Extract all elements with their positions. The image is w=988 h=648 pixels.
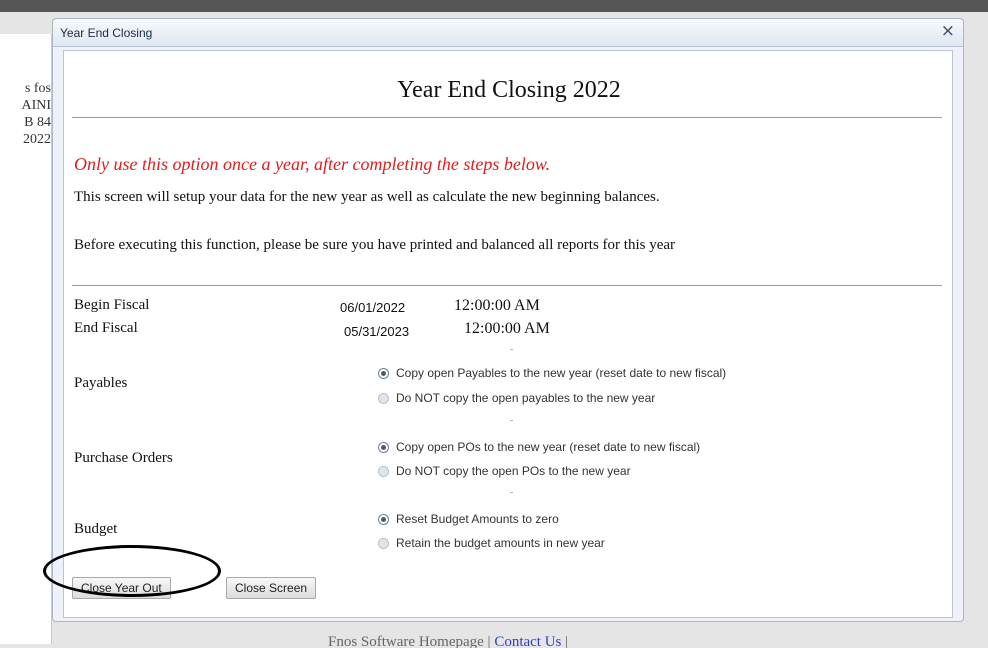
radio-label: Copy open Payables to the new year (rese…	[396, 366, 727, 380]
contact-us-link[interactable]: Contact Us	[494, 634, 561, 648]
separator-mark: -	[510, 344, 514, 355]
instruction-text: Before executing this function, please b…	[74, 237, 676, 253]
divider	[72, 285, 942, 286]
separator-mark: -	[510, 487, 514, 498]
begin-fiscal-date: 06/01/2022	[340, 300, 406, 315]
background-text-line: B 84	[24, 115, 51, 130]
begin-fiscal-label: Begin Fiscal	[74, 297, 150, 313]
radio-unselected[interactable]	[378, 392, 389, 404]
radio-unselected[interactable]	[378, 465, 389, 477]
footer-separator: |	[565, 634, 569, 648]
footer-homepage-text: Fnos Software Homepage |	[328, 634, 491, 648]
budget-reset-option[interactable]: Reset Budget Amounts to zero	[378, 512, 559, 526]
divider	[72, 117, 942, 118]
radio-selected[interactable]	[378, 367, 389, 379]
radio-selected[interactable]	[378, 441, 389, 453]
radio-label: Reset Budget Amounts to zero	[396, 512, 559, 526]
background-text-line: 2022	[23, 132, 51, 147]
warning-message: Only use this option once a year, after …	[74, 154, 551, 174]
po-copy-option[interactable]: Copy open POs to the new year (reset dat…	[378, 440, 700, 454]
radio-label: Do NOT copy the open POs to the new year	[396, 464, 631, 478]
separator-mark: -	[510, 415, 514, 426]
browser-top-bar	[0, 0, 988, 12]
radio-unselected[interactable]	[378, 537, 389, 549]
radio-selected[interactable]	[378, 513, 389, 525]
annotation-circle	[43, 545, 221, 597]
payables-label: Payables	[74, 375, 128, 391]
close-icon[interactable]: ×	[941, 21, 955, 41]
page-title: Year End Closing 2022	[397, 77, 621, 103]
radio-label: Retain the budget amounts in new year	[396, 536, 605, 550]
dialog-title-bar[interactable]: Year End Closing ×	[53, 19, 963, 47]
background-left-column: s fos AINI B 84 2022	[0, 34, 52, 644]
year-end-closing-dialog: Year End Closing × Year End Closing 2022…	[52, 18, 964, 622]
payables-copy-option[interactable]: Copy open Payables to the new year (rese…	[378, 366, 726, 380]
purchase-orders-label: Purchase Orders	[74, 450, 173, 466]
description-text: This screen will setup your data for the…	[74, 189, 660, 205]
close-screen-button[interactable]: Close Screen	[226, 577, 317, 599]
dialog-title: Year End Closing	[60, 26, 153, 40]
background-text-line: s fos	[24, 81, 51, 96]
radio-label: Copy open POs to the new year (reset dat…	[396, 440, 701, 454]
dialog-content-panel: Year End Closing 2022 Only use this opti…	[63, 50, 953, 618]
budget-retain-option[interactable]: Retain the budget amounts in new year	[378, 536, 605, 550]
po-do-not-copy-option[interactable]: Do NOT copy the open POs to the new year	[378, 464, 631, 478]
payables-do-not-copy-option[interactable]: Do NOT copy the open payables to the new…	[378, 391, 655, 405]
begin-fiscal-time: 12:00:00 AM	[454, 297, 540, 314]
background-text-line: AINI	[21, 98, 51, 113]
end-fiscal-label: End Fiscal	[74, 320, 138, 336]
background-footer: Fnos Software Homepage | Contact Us |	[328, 634, 568, 648]
end-fiscal-time: 12:00:00 AM	[464, 320, 550, 337]
radio-label: Do NOT copy the open payables to the new…	[396, 391, 656, 405]
budget-label: Budget	[74, 521, 118, 537]
end-fiscal-date: 05/31/2023	[344, 324, 410, 339]
